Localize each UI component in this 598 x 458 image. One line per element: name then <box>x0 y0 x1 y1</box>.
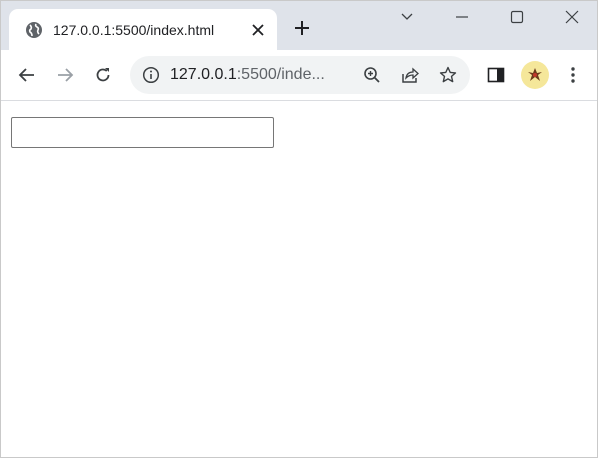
side-panel-icon <box>487 67 505 83</box>
address-bar[interactable]: 127.0.0.1:5500/inde... <box>130 56 470 94</box>
url-host: 127.0.0.1 <box>170 66 237 83</box>
side-panel-button[interactable] <box>482 61 510 89</box>
tab-search-button[interactable] <box>392 5 422 29</box>
url-rest: :5500/inde... <box>236 66 325 83</box>
window-close-button[interactable] <box>557 5 587 29</box>
share-icon <box>402 67 419 83</box>
tab-close-icon[interactable] <box>247 19 269 41</box>
profile-avatar[interactable] <box>521 61 549 89</box>
minimize-button[interactable] <box>447 5 477 29</box>
share-button[interactable] <box>398 63 422 87</box>
page-content <box>1 102 597 457</box>
tab-strip: 127.0.0.1:5500/index.html <box>1 1 597 50</box>
tab-active[interactable]: 127.0.0.1:5500/index.html <box>9 9 277 50</box>
browser-window: 127.0.0.1:5500/index.html 127.0.0.1:5500… <box>0 0 598 458</box>
reload-icon <box>96 68 110 82</box>
maximize-button[interactable] <box>502 5 532 29</box>
star-icon <box>439 66 457 83</box>
minimize-icon <box>456 16 468 18</box>
forward-button[interactable] <box>51 61 79 89</box>
maximize-icon <box>510 10 524 24</box>
bookmark-button[interactable] <box>436 63 460 87</box>
back-arrow-icon <box>18 68 34 82</box>
info-icon[interactable] <box>142 66 160 84</box>
zoom-icon <box>364 67 380 83</box>
new-tab-button[interactable] <box>289 15 315 41</box>
address-url: 127.0.0.1:5500/inde... <box>170 65 325 85</box>
close-icon <box>565 10 579 24</box>
more-menu-icon <box>571 67 575 83</box>
browser-toolbar: 127.0.0.1:5500/inde... <box>1 50 597 101</box>
globe-icon <box>25 21 43 39</box>
back-button[interactable] <box>13 61 41 89</box>
reload-button[interactable] <box>89 61 117 89</box>
tab-title: 127.0.0.1:5500/index.html <box>53 22 215 38</box>
profile-image-icon <box>528 68 542 81</box>
zoom-button[interactable] <box>360 63 384 87</box>
more-menu-button[interactable] <box>559 61 587 89</box>
chevron-down-icon <box>401 13 413 20</box>
plus-icon <box>295 21 309 35</box>
text-input[interactable] <box>11 117 274 148</box>
forward-arrow-icon <box>58 68 74 82</box>
